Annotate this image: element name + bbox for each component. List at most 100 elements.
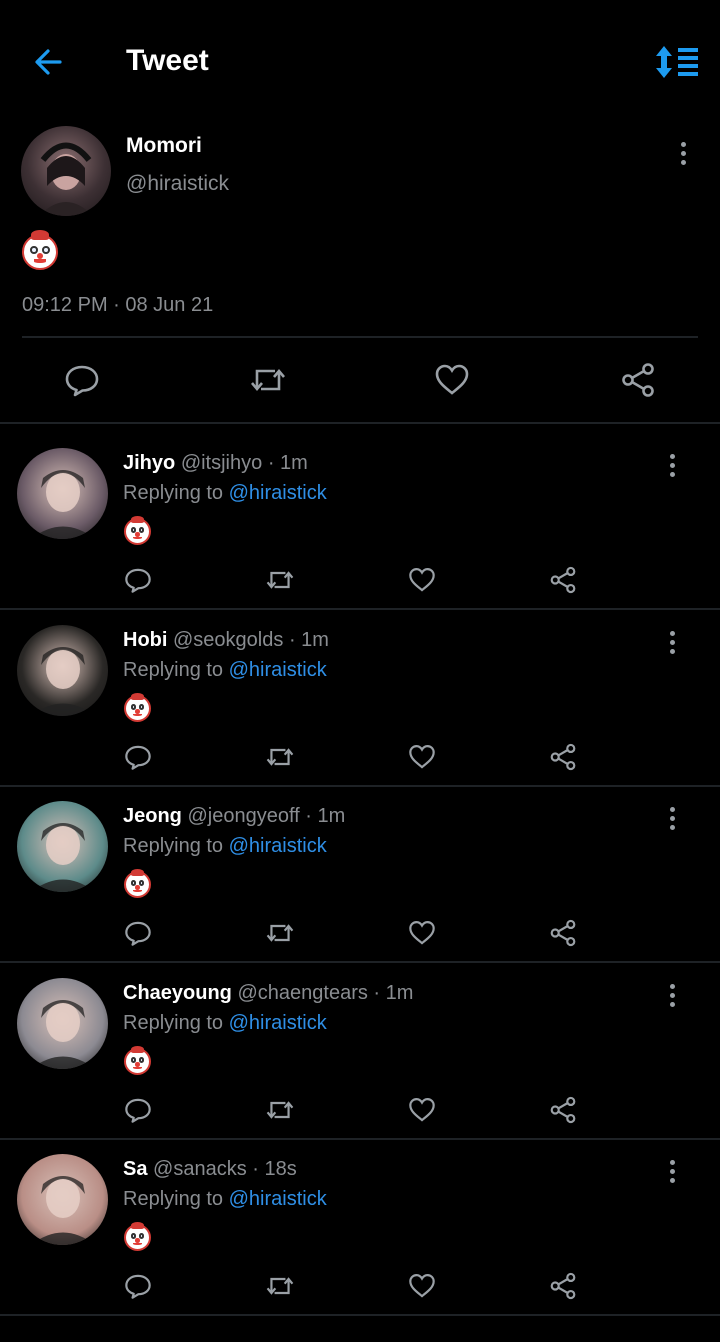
reply-button[interactable] [124, 566, 152, 599]
share-button[interactable] [549, 919, 577, 952]
back-button[interactable] [28, 40, 72, 84]
user-handle[interactable]: @jeongyeoff [187, 805, 299, 827]
reply-time: 1m [280, 452, 308, 474]
like-button[interactable] [408, 566, 436, 599]
user-handle[interactable]: @itsjihyo [181, 452, 262, 474]
replying-to-line: Replying to @hiraistick [123, 482, 327, 505]
display-name[interactable]: Jeong [123, 805, 182, 827]
share-button[interactable] [549, 1096, 577, 1129]
reply-header: Chaeyoung @chaengtears · 1m [123, 982, 413, 1005]
avatar[interactable] [17, 1154, 108, 1245]
share-button[interactable] [620, 362, 656, 403]
avatar[interactable] [17, 625, 108, 716]
avatar[interactable] [17, 448, 108, 539]
replying-to-label: Replying to [123, 835, 224, 857]
more-vertical-icon [662, 1160, 682, 1183]
avatar[interactable] [17, 978, 108, 1069]
more-options-button[interactable] [662, 803, 682, 839]
reply-icon [125, 1098, 151, 1123]
replying-to-label: Replying to [123, 1188, 224, 1210]
like-button[interactable] [408, 1272, 436, 1305]
more-options-button[interactable] [673, 138, 693, 174]
reply-tweet[interactable]: Chaeyoung @chaengtears · 1m Replying to … [0, 954, 720, 1140]
user-handle[interactable]: @hiraistick [126, 172, 229, 196]
reply-button[interactable] [124, 919, 152, 952]
tweet-timestamp: 09:12 PM · 08 Jun 21 [22, 294, 214, 316]
reply-header: Sa @sanacks · 18s [123, 1158, 297, 1181]
more-vertical-icon [662, 807, 682, 830]
replying-to-link[interactable]: @hiraistick [229, 659, 327, 681]
share-button[interactable] [549, 566, 577, 599]
reply-button[interactable] [124, 1096, 152, 1129]
reply-button[interactable] [64, 362, 100, 403]
more-options-button[interactable] [662, 627, 682, 663]
like-icon [409, 1098, 435, 1122]
sort-button[interactable] [652, 42, 702, 82]
more-options-button[interactable] [662, 980, 682, 1016]
more-options-button[interactable] [662, 1156, 682, 1192]
share-icon [550, 919, 576, 947]
more-vertical-icon [662, 454, 682, 477]
avatar[interactable] [17, 801, 108, 892]
reply-button[interactable] [124, 1272, 152, 1305]
replying-to-line: Replying to @hiraistick [123, 1188, 327, 1211]
avatar[interactable] [21, 126, 111, 216]
separator-dot: · [288, 629, 296, 651]
user-handle[interactable]: @chaengtears [237, 982, 367, 1004]
share-button[interactable] [549, 743, 577, 776]
more-vertical-icon [662, 984, 682, 1007]
like-button[interactable] [408, 919, 436, 952]
retweet-button[interactable] [264, 743, 296, 776]
more-options-button[interactable] [662, 450, 682, 486]
clown-emoji [124, 515, 151, 545]
reply-time: 18s [264, 1158, 297, 1180]
separator-dot: · [373, 982, 381, 1004]
retweet-icon [266, 1277, 294, 1295]
replying-to-link[interactable]: @hiraistick [229, 1188, 327, 1210]
retweet-button[interactable] [264, 919, 296, 952]
display-name[interactable]: Jihyo [123, 452, 175, 474]
reply-header: Jeong @jeongyeoff · 1m [123, 805, 345, 828]
sort-icon [656, 46, 698, 78]
retweet-button[interactable] [248, 362, 288, 403]
app-header: Tweet [0, 0, 720, 120]
separator-dot: · [267, 452, 275, 474]
more-vertical-icon [673, 142, 693, 165]
retweet-icon [266, 748, 294, 766]
share-icon [550, 743, 576, 771]
clown-emoji [124, 692, 151, 722]
like-button[interactable] [434, 362, 470, 403]
user-handle[interactable]: @sanacks [153, 1158, 247, 1180]
user-handle[interactable]: @seokgolds [173, 629, 283, 651]
clown-emoji [124, 868, 151, 898]
retweet-button[interactable] [264, 1272, 296, 1305]
avatar-image [39, 142, 93, 216]
display-name[interactable]: Hobi [123, 629, 167, 651]
reply-time: 1m [317, 805, 346, 827]
like-button[interactable] [408, 1096, 436, 1129]
page-title: Tweet [126, 44, 209, 77]
display-name[interactable]: Momori [126, 134, 202, 158]
reply-tweet[interactable]: Hobi @seokgolds · 1m Replying to @hirais… [0, 601, 720, 787]
display-name[interactable]: Chaeyoung [123, 982, 232, 1004]
display-name[interactable]: Sa [123, 1158, 147, 1180]
reply-icon [125, 921, 151, 946]
reply-tweet[interactable]: Sa @sanacks · 18s Replying to @hiraistic… [0, 1130, 720, 1316]
reply-icon [125, 1274, 151, 1299]
reply-tweet[interactable]: Jeong @jeongyeoff · 1m Replying to @hira… [0, 777, 720, 963]
reply-button[interactable] [124, 743, 152, 776]
like-button[interactable] [408, 743, 436, 776]
replying-to-link[interactable]: @hiraistick [229, 482, 327, 504]
retweet-button[interactable] [264, 1096, 296, 1129]
avatar-image [31, 1176, 95, 1245]
back-arrow-icon [35, 49, 62, 75]
replying-to-label: Replying to [123, 659, 224, 681]
like-icon [409, 568, 435, 592]
replying-to-line: Replying to @hiraistick [123, 1012, 327, 1035]
reply-tweet[interactable]: Jihyo @itsjihyo · 1m Replying to @hirais… [0, 424, 720, 610]
reply-time: 1m [301, 629, 329, 651]
share-button[interactable] [549, 1272, 577, 1305]
replying-to-link[interactable]: @hiraistick [229, 835, 327, 857]
retweet-button[interactable] [264, 566, 296, 599]
replying-to-link[interactable]: @hiraistick [229, 1012, 327, 1034]
